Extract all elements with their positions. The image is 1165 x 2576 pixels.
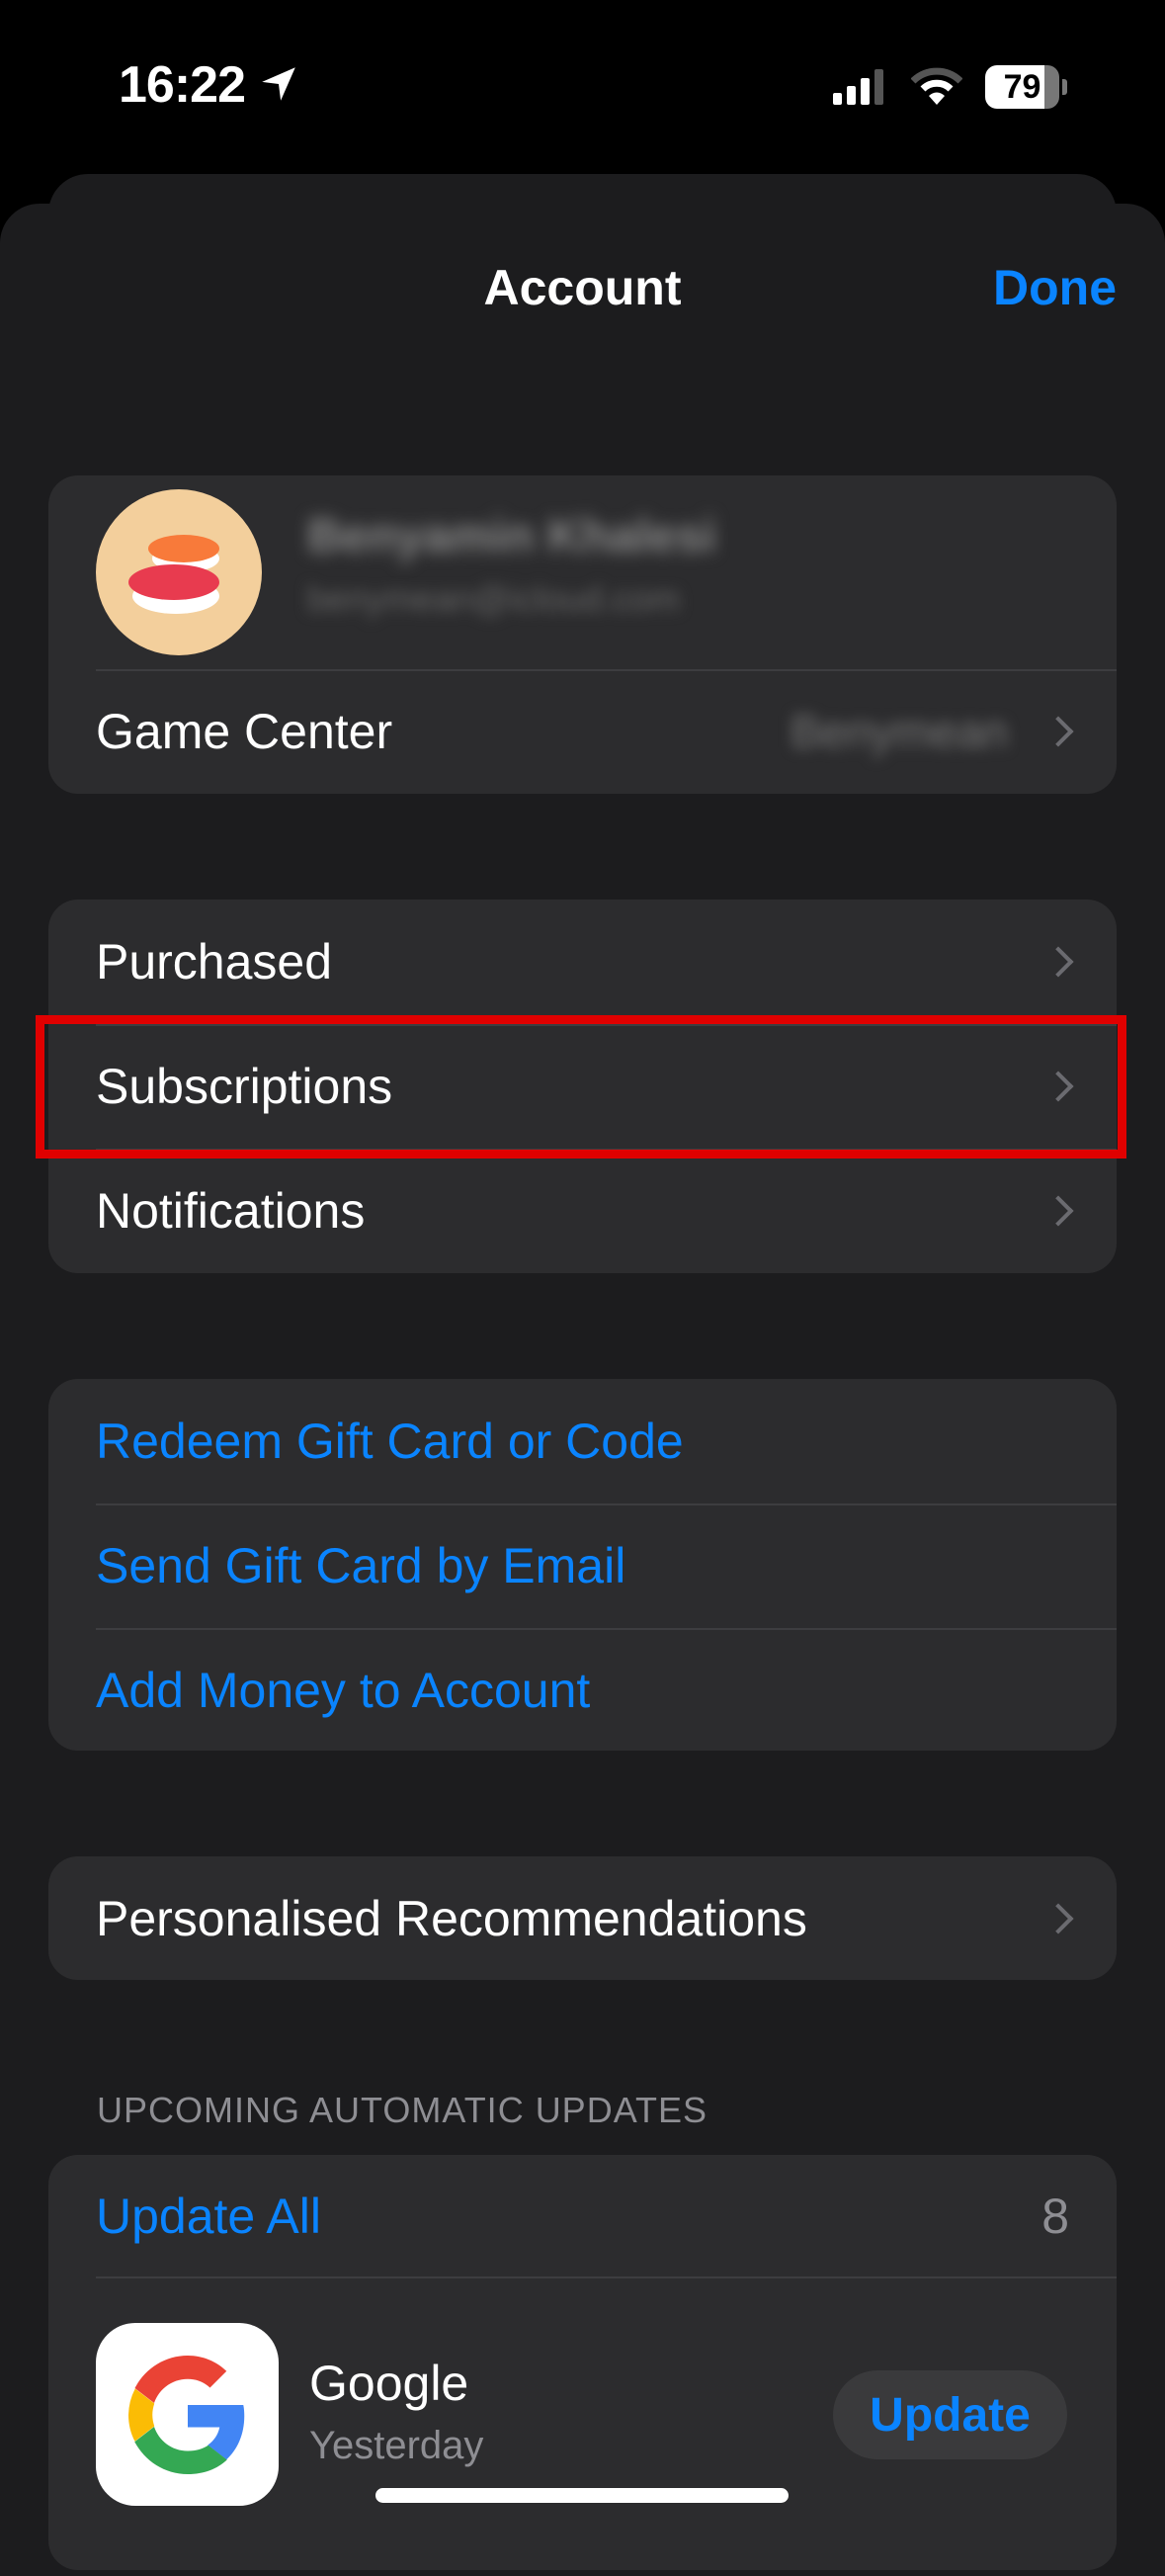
personalised-recommendations-row[interactable]: Personalised Recommendations — [48, 1856, 1117, 1980]
update-all-label: Update All — [96, 2189, 321, 2244]
redeem-gift-card-link[interactable]: Redeem Gift Card or Code — [48, 1379, 1117, 1503]
chevron-right-icon — [1042, 1903, 1074, 1934]
profile-email: benymean@icloud.com — [307, 578, 680, 619]
status-time: 16:22 — [119, 55, 299, 115]
time-text: 16:22 — [119, 56, 246, 114]
gift-card: Redeem Gift Card or Code Send Gift Card … — [48, 1379, 1117, 1751]
avatar[interactable] — [96, 489, 262, 655]
section-header: UPCOMING AUTOMATIC UPDATES — [97, 2090, 708, 2130]
game-center-value: Benymean — [791, 706, 1008, 757]
battery-tip — [1062, 79, 1067, 95]
home-indicator — [375, 2488, 789, 2503]
redeem-label: Redeem Gift Card or Code — [96, 1414, 684, 1469]
chevron-right-icon — [1042, 946, 1074, 978]
profile-card: Benyamin Khalesi benymean@icloud.com Gam… — [48, 475, 1117, 794]
cellular-signal-icon — [833, 69, 883, 105]
google-app-icon[interactable] — [96, 2323, 279, 2506]
page-title: Account — [483, 260, 682, 315]
add-money-link[interactable]: Add Money to Account — [48, 1628, 1117, 1751]
add-money-label: Add Money to Account — [96, 1663, 591, 1718]
game-center-label: Game Center — [96, 704, 393, 759]
chevron-right-icon — [1042, 716, 1074, 747]
game-center-row[interactable]: Game Center Benymean — [48, 669, 1117, 794]
subscriptions-highlight-box — [36, 1015, 1126, 1159]
update-count: 8 — [1041, 2189, 1069, 2244]
battery-indicator: 79 — [985, 65, 1059, 109]
app-date: Yesterday — [309, 2424, 484, 2467]
google-logo-icon — [127, 2355, 244, 2474]
wifi-icon — [911, 67, 962, 105]
notifications-label: Notifications — [96, 1183, 366, 1239]
purchased-row[interactable]: Purchased — [48, 900, 1117, 1024]
app-name: Google — [309, 2356, 469, 2411]
update-button[interactable]: Update — [833, 2370, 1067, 2459]
profile-name: Benyamin Khalesi — [307, 510, 716, 562]
updates-card: Update All 8 Google Yesterday Update — [48, 2155, 1117, 2570]
recommendations-card: Personalised Recommendations — [48, 1856, 1117, 1980]
sushi-icon — [128, 535, 219, 614]
notifications-row[interactable]: Notifications — [48, 1149, 1117, 1273]
send-gift-label: Send Gift Card by Email — [96, 1538, 626, 1593]
divider — [96, 2276, 1117, 2278]
send-gift-card-link[interactable]: Send Gift Card by Email — [48, 1503, 1117, 1628]
done-button[interactable]: Done — [993, 259, 1117, 316]
update-all-button[interactable]: Update All 8 — [48, 2155, 1117, 2277]
chevron-right-icon — [1042, 1195, 1074, 1227]
recommendations-label: Personalised Recommendations — [96, 1891, 807, 1946]
purchased-label: Purchased — [96, 934, 333, 989]
battery-level: 79 — [1003, 68, 1041, 106]
location-arrow-icon — [262, 67, 296, 101]
